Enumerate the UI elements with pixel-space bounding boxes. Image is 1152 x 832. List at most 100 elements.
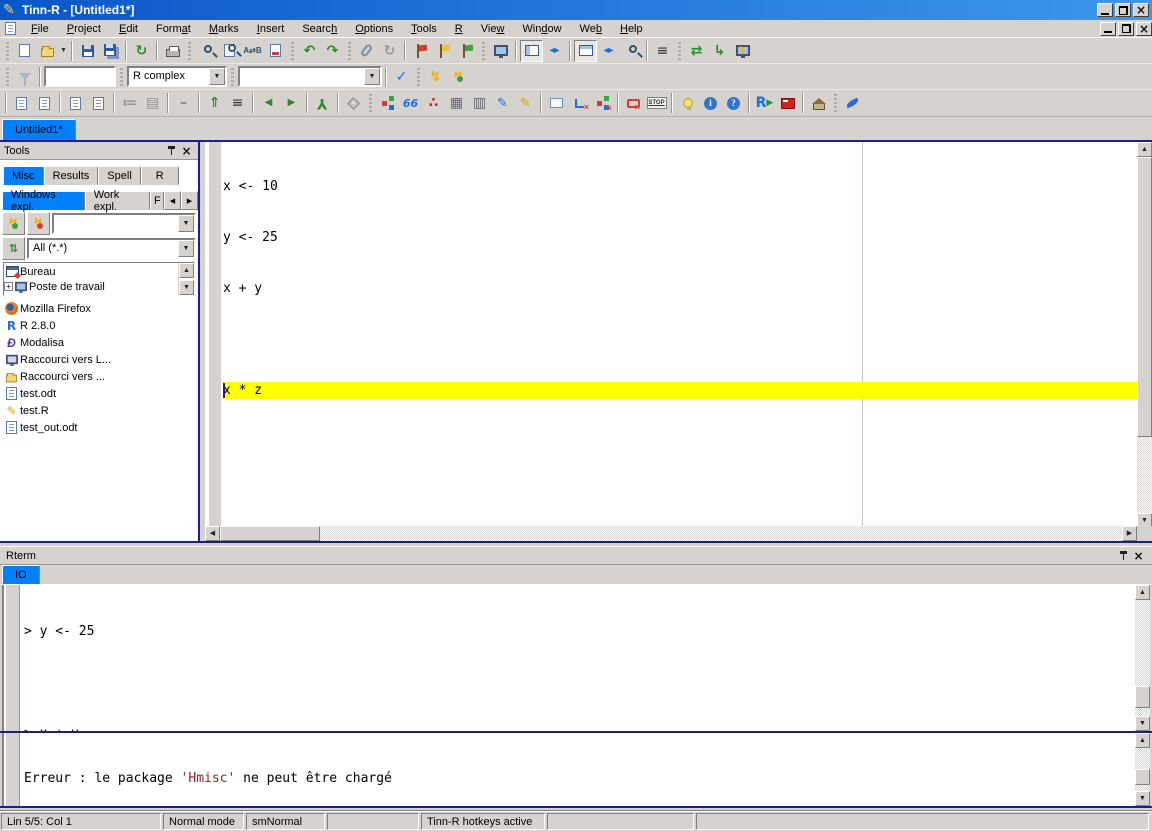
menu-web[interactable]: Web bbox=[571, 21, 611, 37]
lines-button[interactable]: ≡ bbox=[226, 92, 249, 114]
panel-arrows-button[interactable]: ◂▸ bbox=[543, 40, 566, 62]
tab-misc[interactable]: Misc bbox=[3, 166, 44, 185]
mdi-document-icon[interactable] bbox=[5, 22, 16, 35]
send-right-button-disabled[interactable] bbox=[87, 92, 110, 114]
file-item-modalisa[interactable]: Ð Modalisa bbox=[3, 334, 197, 351]
explorer-search-combo[interactable]: ▼ bbox=[52, 213, 196, 234]
print-button[interactable] bbox=[161, 40, 184, 62]
macro-combo[interactable]: ▼ bbox=[238, 66, 382, 87]
open-dropdown-arrow[interactable]: ▼ bbox=[59, 40, 68, 62]
redo-button[interactable]: ↷ bbox=[321, 40, 344, 62]
error-vertical-scrollbar[interactable]: ▲ ▼ bbox=[1135, 733, 1150, 806]
toolbar-grip[interactable] bbox=[417, 68, 420, 86]
inspect-button[interactable]: 66 bbox=[399, 92, 422, 114]
tree-item-bureau[interactable]: Bureau bbox=[4, 264, 178, 279]
scroll-left-button[interactable]: ◀ bbox=[205, 526, 220, 541]
file-item-r280[interactable]: R R 2.8.0 bbox=[3, 317, 197, 334]
doc-format-right-button[interactable] bbox=[33, 92, 56, 114]
list-block-button-disabled[interactable]: ▤ bbox=[141, 92, 164, 114]
menu-view[interactable]: View bbox=[472, 21, 514, 37]
objects-button[interactable] bbox=[376, 92, 399, 114]
plot-button[interactable]: ∴ bbox=[422, 92, 445, 114]
flag-red-button[interactable] bbox=[409, 40, 432, 62]
table-list-button[interactable]: ▦ bbox=[445, 92, 468, 114]
tab-untitled1[interactable]: Untitled1* bbox=[2, 119, 76, 140]
tag-button[interactable] bbox=[342, 92, 365, 114]
list-button-disabled[interactable]: ≔ bbox=[118, 92, 141, 114]
info-button[interactable]: i bbox=[699, 92, 722, 114]
scroll-up-button[interactable]: ▲ bbox=[1135, 733, 1150, 748]
find-button[interactable] bbox=[195, 40, 218, 62]
swap-button[interactable]: ⇄ bbox=[685, 40, 708, 62]
sweave-button[interactable] bbox=[841, 92, 864, 114]
editor-vertical-scrollbar[interactable]: ▲ ▼ bbox=[1137, 142, 1152, 528]
toolbar-grip[interactable] bbox=[6, 68, 9, 86]
combo-dropdown-arrow[interactable]: ▼ bbox=[178, 215, 194, 232]
rterm-close-button[interactable]: × bbox=[1131, 549, 1146, 563]
monitor-button[interactable] bbox=[489, 40, 512, 62]
anchor-button[interactable]: Y bbox=[311, 92, 334, 114]
run-and-advance-button[interactable]: ↯ bbox=[447, 66, 470, 88]
editor-horizontal-scrollbar[interactable]: ◀ ▶ bbox=[205, 526, 1137, 541]
dash-button[interactable]: – bbox=[172, 92, 195, 114]
tools-pin-button[interactable] bbox=[164, 144, 179, 158]
combo-dropdown-arrow[interactable]: ▼ bbox=[209, 68, 225, 85]
help-button[interactable]: ? bbox=[722, 92, 745, 114]
scrollbar-track[interactable] bbox=[1135, 708, 1150, 716]
replace-button[interactable]: A⇄B bbox=[241, 40, 264, 62]
toolbar-grip[interactable] bbox=[188, 42, 191, 60]
panel-arrows-button-2[interactable]: ◂▸ bbox=[597, 40, 620, 62]
menu-format[interactable]: Format bbox=[147, 21, 200, 37]
attach-button[interactable] bbox=[355, 40, 378, 62]
scrollbar-track[interactable] bbox=[320, 526, 1122, 541]
scroll-right-button[interactable]: ▶ bbox=[1122, 526, 1137, 541]
menu-r[interactable]: R bbox=[446, 21, 472, 37]
subtab-work-explorer[interactable]: Work expl. bbox=[85, 191, 150, 210]
menu-marks[interactable]: Marks bbox=[200, 21, 248, 37]
folder-tree-list[interactable]: Bureau + Poste de travail bbox=[4, 263, 178, 295]
line-options-button[interactable]: ≡ bbox=[651, 40, 674, 62]
syntax-combo[interactable]: R complex ▼ bbox=[127, 66, 227, 87]
scrollbar-track[interactable] bbox=[1137, 437, 1152, 513]
menu-help[interactable]: Help bbox=[611, 21, 652, 37]
scrollbar-thumb[interactable] bbox=[1137, 157, 1152, 437]
menu-file[interactable]: File bbox=[22, 21, 58, 37]
working-dir-button[interactable] bbox=[807, 92, 830, 114]
scroll-down-button[interactable]: ▼ bbox=[1135, 791, 1150, 806]
file-item-test-out-odt[interactable]: test_out.odt bbox=[3, 419, 197, 436]
previous-button[interactable]: ◀ bbox=[257, 92, 280, 114]
combo-dropdown-arrow[interactable]: ▼ bbox=[178, 240, 194, 257]
reopen-button[interactable]: ↻ bbox=[130, 40, 153, 62]
window-rect-button[interactable] bbox=[545, 92, 568, 114]
edit-yellow-button[interactable]: ✎ bbox=[514, 92, 537, 114]
toolbar-grip[interactable] bbox=[369, 94, 372, 112]
clear-graphics-button[interactable] bbox=[568, 92, 591, 114]
mdi-restore-button[interactable] bbox=[1118, 22, 1134, 36]
save-button[interactable] bbox=[76, 40, 99, 62]
tree-scroll-up-button[interactable]: ▲ bbox=[179, 263, 194, 278]
open-file-button[interactable] bbox=[36, 40, 59, 62]
toolbar-grip[interactable] bbox=[678, 42, 681, 60]
file-item-test-odt[interactable]: test.odt bbox=[3, 385, 197, 402]
scrollbar-thumb[interactable] bbox=[220, 526, 320, 541]
restore-button[interactable] bbox=[1115, 3, 1131, 17]
subtab-scroll-right-button[interactable]: ▶ bbox=[181, 191, 198, 210]
preferences-button[interactable] bbox=[620, 40, 643, 62]
tab-r[interactable]: R bbox=[141, 166, 179, 185]
spellcheck-button[interactable]: ✓ bbox=[390, 66, 413, 88]
menu-tools[interactable]: Tools bbox=[402, 21, 446, 37]
menu-insert[interactable]: Insert bbox=[248, 21, 294, 37]
scroll-up-button[interactable]: ▲ bbox=[1135, 585, 1150, 600]
save-all-button[interactable] bbox=[99, 40, 122, 62]
scrollbar-thumb[interactable] bbox=[1135, 686, 1150, 708]
tip-button[interactable] bbox=[676, 92, 699, 114]
undo-button[interactable]: ↶ bbox=[298, 40, 321, 62]
close-document-button[interactable] bbox=[264, 40, 287, 62]
refresh-explorer-button[interactable]: ⇅ bbox=[2, 237, 25, 260]
clear-console-button[interactable] bbox=[622, 92, 645, 114]
clear-objects-button[interactable] bbox=[591, 92, 614, 114]
scroll-up-button[interactable]: ▲ bbox=[1137, 142, 1152, 157]
toolbar-grip[interactable] bbox=[120, 68, 123, 86]
subtab-scroll-left-button[interactable]: ◀ bbox=[164, 191, 181, 210]
minimize-button[interactable] bbox=[1097, 3, 1113, 17]
